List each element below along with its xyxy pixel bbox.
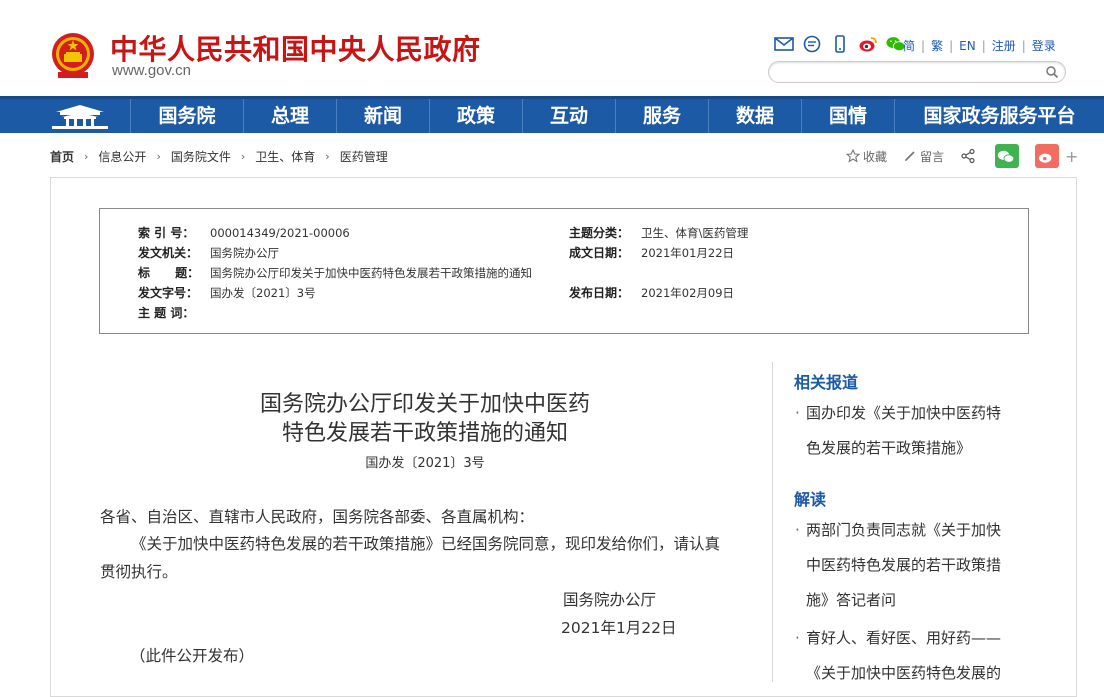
- search-icon[interactable]: [1045, 65, 1059, 79]
- interpretation-item[interactable]: · 育好人、看好医、用好药—— 《关于加快中医药特色发展的: [795, 621, 1017, 691]
- related-report-line: 色发展的若干政策措施》: [806, 439, 972, 457]
- salutation: 各省、自治区、直辖市人民政府，国务院各部委、各直属机构：: [100, 508, 535, 526]
- share-bar: 收藏 留言 +: [846, 144, 1094, 168]
- doc-number-label: 发文字号：: [138, 286, 199, 300]
- register-link[interactable]: 注册: [992, 37, 1016, 54]
- traditional-link[interactable]: 繁: [931, 37, 943, 54]
- nav-item-data[interactable]: 数据: [708, 99, 801, 133]
- document-metadata: 索 引 号： 000014349/2021-00006 主题分类： 卫生、体育\医药…: [99, 208, 1029, 334]
- search-box: [768, 61, 1066, 83]
- chevron-right-icon: ›: [240, 150, 246, 163]
- more-share-icon[interactable]: +: [1065, 147, 1078, 166]
- favorite-button[interactable]: 收藏: [846, 148, 887, 165]
- email-icon[interactable]: [774, 35, 794, 53]
- chevron-right-icon: ›: [325, 150, 330, 163]
- language-links: 简 | 繁 | EN | 注册 | 登录: [903, 37, 1056, 54]
- favorite-label: 收藏: [863, 149, 888, 164]
- breadcrumb-state-council-docs[interactable]: 国务院文件: [171, 148, 231, 165]
- signature-date: 2021年1月22日: [561, 619, 677, 637]
- chevron-right-icon: ›: [156, 150, 161, 163]
- title-label: 标 题：: [138, 266, 200, 280]
- mobile-icon[interactable]: [830, 35, 850, 53]
- bullet: ·: [795, 404, 800, 422]
- header-tools: [774, 34, 906, 54]
- home-gate-icon[interactable]: [48, 103, 112, 131]
- bullet: ·: [795, 629, 800, 647]
- comment-button[interactable]: 留言: [903, 148, 944, 165]
- weibo-share-button[interactable]: [1035, 144, 1060, 168]
- sidebar-divider: [772, 362, 773, 682]
- breadcrumb-health-sports[interactable]: 卫生、体育: [255, 148, 315, 165]
- interpretation-line: 《关于加快中医药特色发展的: [806, 664, 1002, 682]
- related-report-item[interactable]: · 国办印发《关于加快中医药特 色发展的若干政策措施》: [795, 396, 1017, 466]
- keywords-label: 主 题 词：: [138, 306, 195, 320]
- interpretation-line: 中医药特色发展的若干政策措: [806, 556, 1002, 574]
- nav-item-state-council[interactable]: 国务院: [130, 99, 243, 133]
- breadcrumb-home[interactable]: 首页: [50, 148, 74, 165]
- title-value: 国务院办公厅印发关于加快中医药特色发展若干政策措施的通知: [210, 266, 532, 280]
- interpretation-line: 两部门负责同志就《关于加快: [806, 521, 1002, 539]
- document-title-line1: 国务院办公厅印发关于加快中医药: [259, 392, 590, 417]
- topic-value: 卫生、体育\医药管理: [641, 226, 749, 240]
- nav-item-interaction[interactable]: 互动: [522, 99, 615, 133]
- bullet: ·: [795, 521, 800, 539]
- published-label: 发布日期：: [569, 286, 630, 300]
- chevron-right-icon: ›: [84, 150, 89, 163]
- english-link[interactable]: EN: [959, 39, 976, 53]
- nav-item-national[interactable]: 国情: [801, 99, 894, 133]
- search-input[interactable]: [779, 64, 1043, 82]
- breadcrumb: 首页 › 信息公开 › 国务院文件 › 卫生、体育 › 医药管理: [50, 148, 394, 165]
- related-report-line: 国办印发《关于加快中医药特: [806, 404, 1002, 422]
- breadcrumb-medicine[interactable]: 医药管理: [340, 148, 388, 165]
- created-value: 2021年01月22日: [641, 246, 735, 260]
- wechat-share-button[interactable]: [995, 144, 1020, 168]
- document-title-line2: 特色发展若干政策措施的通知: [281, 421, 568, 446]
- paragraph-line: 《关于加快中医药特色发展的若干政策措施》已经国务院同意，现印发给你们，请认真: [131, 535, 721, 553]
- site-url: www.gov.cn: [112, 62, 191, 79]
- nav-items: 国务院 总理 新闻 政策 互动 服务 数据 国情 国家政务服务平台: [130, 99, 1104, 133]
- star-icon: [846, 149, 860, 163]
- pencil-icon: [905, 151, 915, 161]
- simplified-link[interactable]: 简: [903, 37, 915, 54]
- separator: |: [981, 38, 986, 53]
- separator: |: [949, 38, 954, 53]
- interpretation-heading: 解读: [794, 490, 827, 509]
- separator: |: [1021, 38, 1026, 53]
- share-button[interactable]: [960, 148, 979, 164]
- weibo-icon[interactable]: [858, 35, 878, 53]
- nav-item-service[interactable]: 服务: [615, 99, 708, 133]
- national-emblem-icon[interactable]: [50, 30, 96, 82]
- related-reports-heading: 相关报道: [794, 373, 859, 392]
- issuer-value: 国务院办公厅: [210, 246, 279, 260]
- document-title: 国务院办公厅印发关于加快中医药 特色发展若干政策措施的通知: [160, 390, 690, 448]
- comment-label: 留言: [920, 149, 945, 164]
- wechat-share-icon: [995, 144, 1020, 168]
- nav-item-premier[interactable]: 总理: [243, 99, 336, 133]
- interpretation-item[interactable]: · 两部门负责同志就《关于加快 中医药特色发展的若干政策措 施》答记者问: [795, 513, 1017, 618]
- document-number: 国办发〔2021〕3号: [365, 456, 485, 471]
- signature: 国务院办公厅: [563, 591, 657, 609]
- index-value: 000014349/2021-00006: [210, 226, 350, 240]
- weibo-share-icon: [1035, 144, 1060, 168]
- nav-item-service-platform[interactable]: 国家政务服务平台: [894, 99, 1104, 133]
- breadcrumb-info-disclosure[interactable]: 信息公开: [98, 148, 146, 165]
- index-label: 索 引 号：: [138, 226, 195, 240]
- login-link[interactable]: 登录: [1032, 37, 1056, 54]
- nav-item-news[interactable]: 新闻: [336, 99, 429, 133]
- interpretation-line: 育好人、看好医、用好药——: [806, 629, 1002, 647]
- share-icon: [961, 148, 975, 164]
- publication-note: （此件公开发布）: [130, 647, 255, 665]
- published-value: 2021年02月09日: [641, 286, 735, 300]
- issuer-label: 发文机关：: [138, 246, 199, 260]
- site-header: 中华人民共和国中央人民政府 www.gov.cn 简 | 繁 | EN | 注册…: [0, 0, 1104, 96]
- message-icon[interactable]: [802, 35, 822, 53]
- interpretation-line: 施》答记者问: [806, 591, 897, 609]
- created-label: 成文日期：: [569, 246, 630, 260]
- nav-item-policy[interactable]: 政策: [429, 99, 522, 133]
- topic-label: 主题分类：: [569, 226, 630, 240]
- separator: |: [921, 38, 926, 53]
- doc-number-value: 国办发〔2021〕3号: [210, 286, 316, 300]
- paragraph-line: 贯彻执行。: [100, 563, 178, 581]
- main-nav: 国务院 总理 新闻 政策 互动 服务 数据 国情 国家政务服务平台: [0, 96, 1104, 133]
